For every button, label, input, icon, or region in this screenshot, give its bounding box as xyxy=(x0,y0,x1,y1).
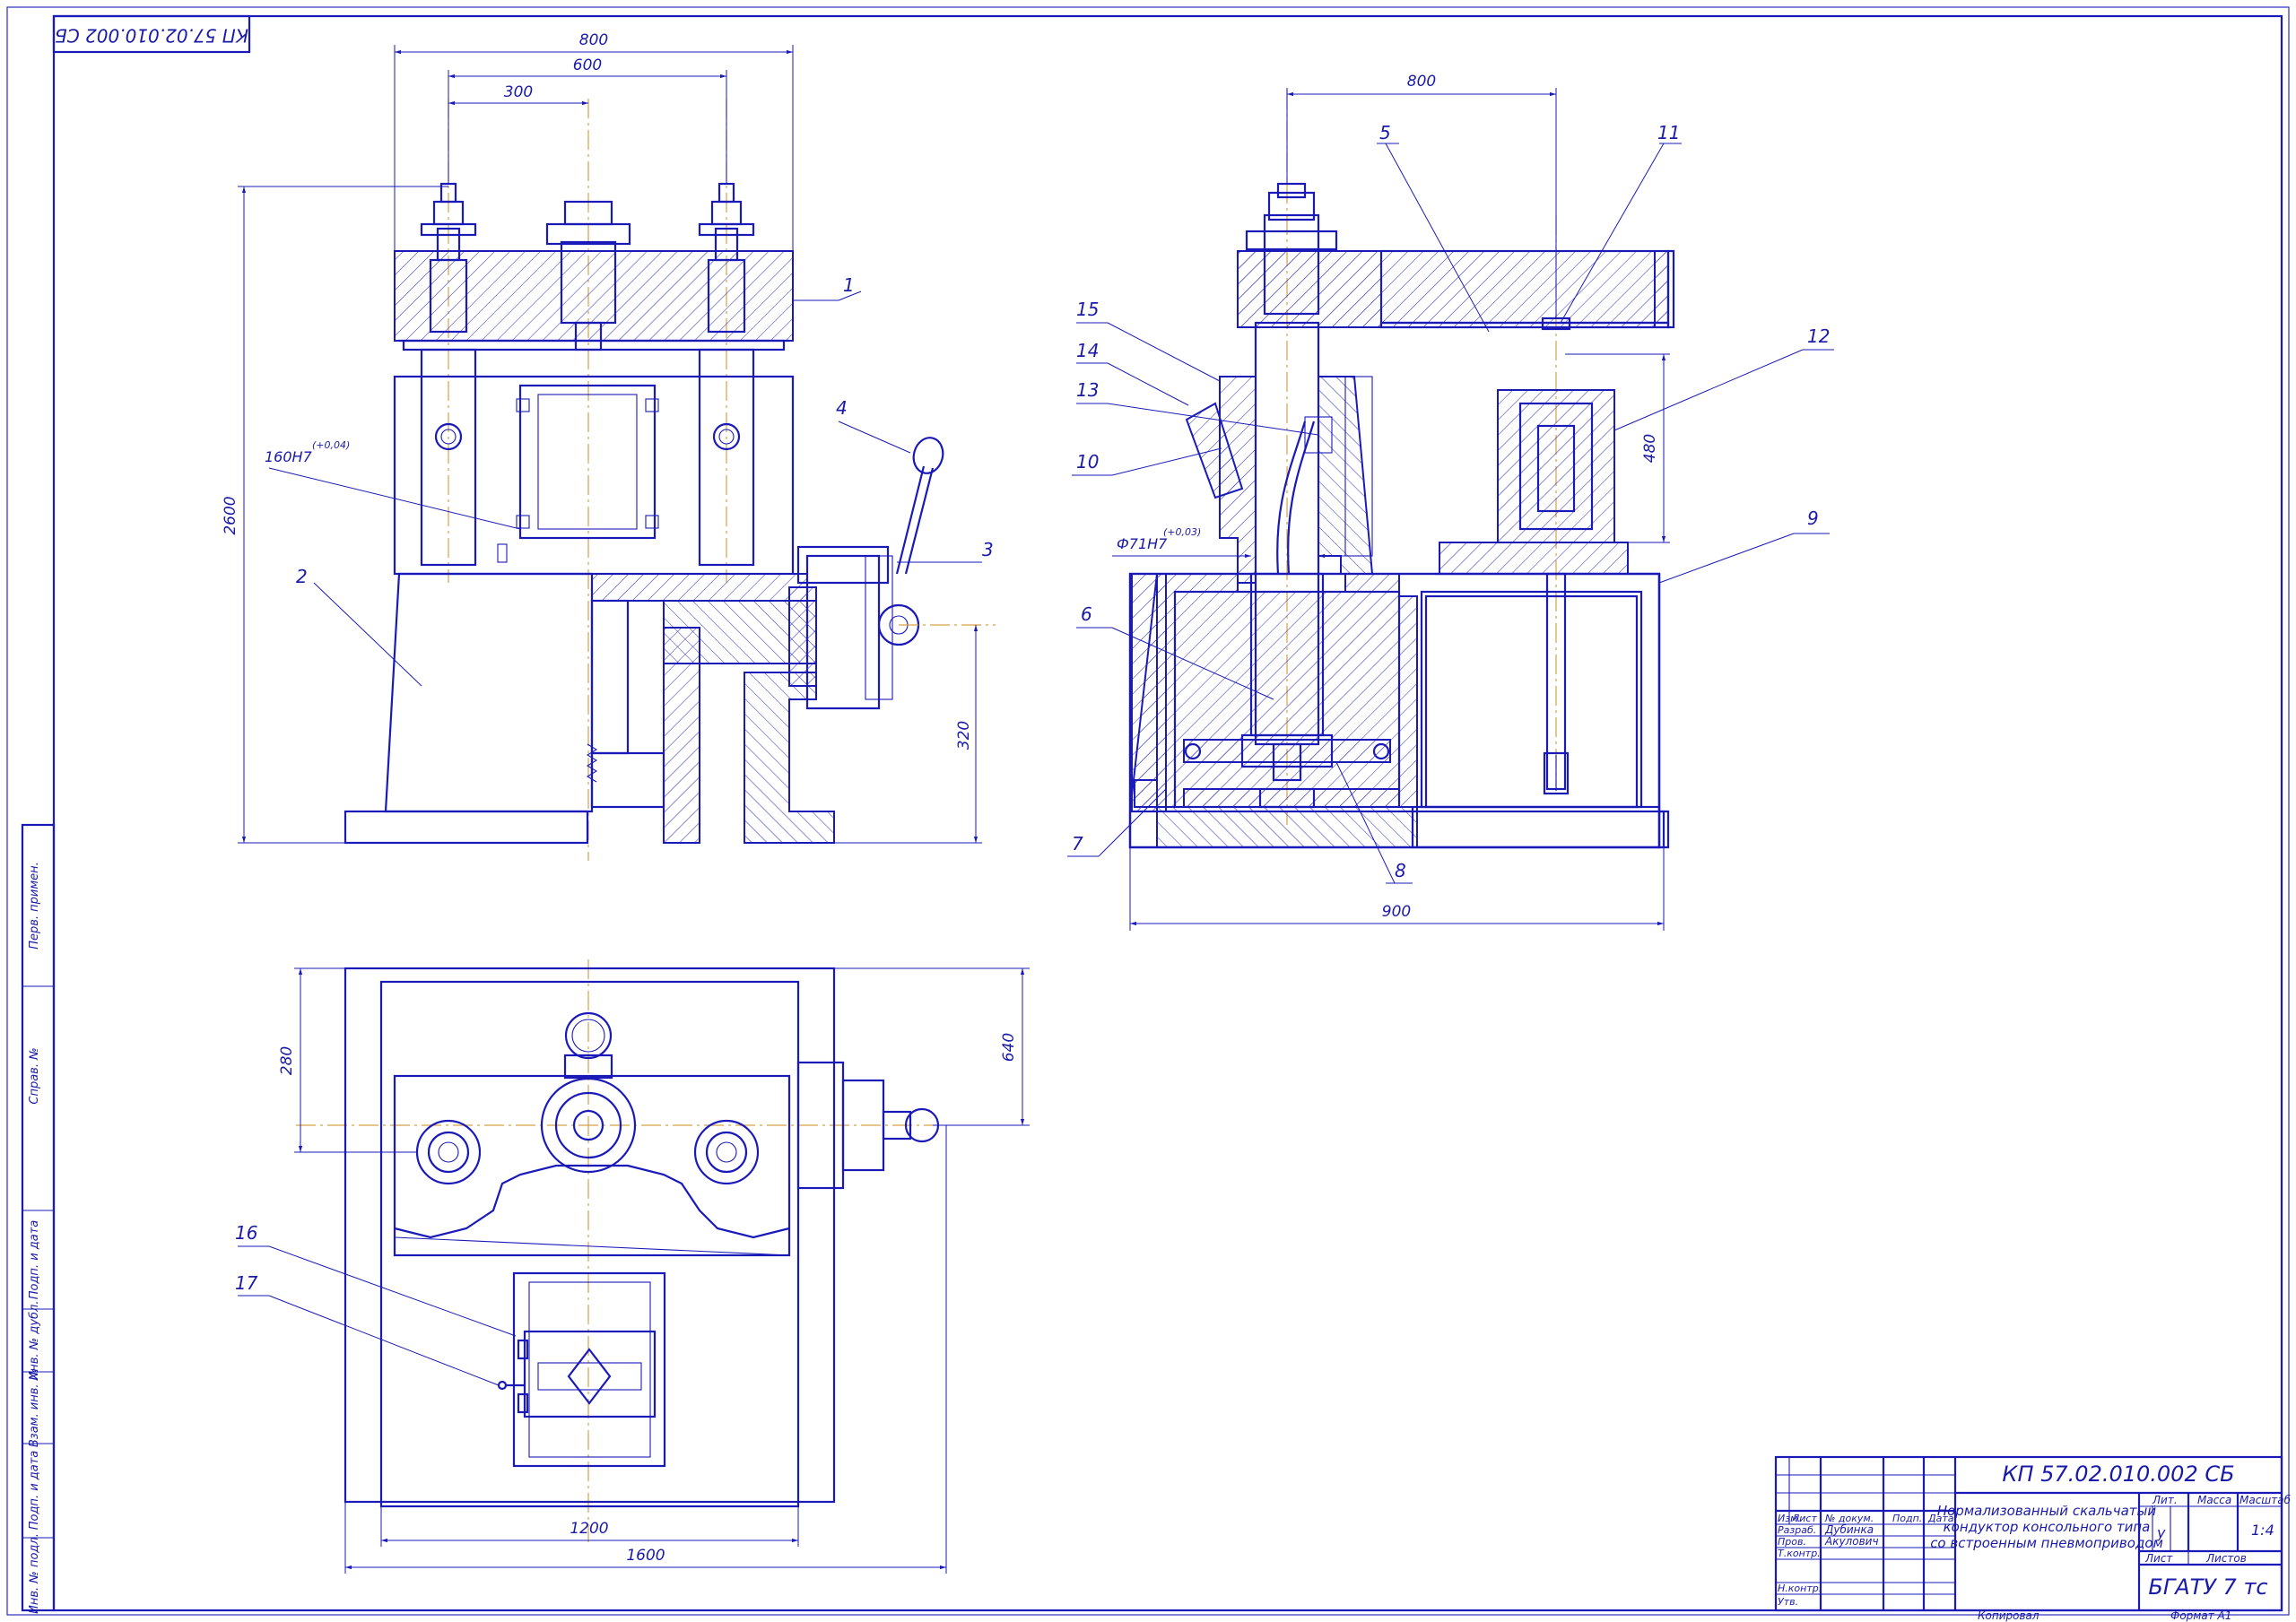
tb-role-prov: Пров. xyxy=(1778,1536,1806,1548)
plan-view-callouts: 16 17 xyxy=(235,1222,517,1386)
front-view-dims: 800 600 300 2600 320 160H7 (+0,04) xyxy=(222,31,982,844)
strip-label-5: Взам. инв. № xyxy=(28,1368,41,1447)
dim-160h7-tol: (+0,04) xyxy=(312,439,350,451)
dim-2600: 2600 xyxy=(222,496,239,534)
tb-role-razrab: Разраб. xyxy=(1778,1524,1816,1536)
code-stamp-text: КП 57.02.010.002 СБ xyxy=(55,25,248,47)
callout-6: 6 xyxy=(1081,603,1092,625)
dim-640: 640 xyxy=(1000,1033,1018,1062)
callout-16: 16 xyxy=(235,1222,257,1244)
callout-11: 11 xyxy=(1657,122,1680,143)
side-strip: Перв. примен. Справ. № Подп. и дата Инв.… xyxy=(21,823,56,1614)
tb-scale-label: Масштаб xyxy=(2239,1494,2292,1506)
code-stamp-box: КП 57.02.010.002 СБ xyxy=(52,14,251,54)
tb-lit-label: Лит. xyxy=(2152,1494,2178,1506)
callout-2: 2 xyxy=(296,566,308,587)
tb-copied: Копировал xyxy=(1978,1609,2039,1622)
dim-480: 480 xyxy=(1641,434,1659,463)
strip-label-7: Инв. № подл. xyxy=(28,1533,41,1614)
tb-scale-value: 1:4 xyxy=(2251,1522,2274,1539)
dim-300: 300 xyxy=(504,83,533,101)
callout-17: 17 xyxy=(235,1272,258,1294)
strip-label-1: Перв. примен. xyxy=(28,862,41,950)
dim-900: 900 xyxy=(1382,903,1411,921)
callout-5: 5 xyxy=(1379,122,1391,143)
dim-280: 280 xyxy=(278,1046,296,1075)
tb-lit-value: у xyxy=(2156,1524,2166,1541)
callout-8: 8 xyxy=(1395,860,1406,881)
dim-800-front: 800 xyxy=(579,31,608,49)
tb-org: БГАТУ 7 тс xyxy=(2148,1574,2267,1600)
callout-7: 7 xyxy=(1072,833,1083,854)
dim-320: 320 xyxy=(955,721,973,750)
callout-10: 10 xyxy=(1076,451,1099,473)
assembly-drawing: КП 57.02.010.002 СБ Перв. примен. Справ.… xyxy=(6,6,2292,1622)
dim-1600: 1600 xyxy=(626,1547,665,1565)
callout-13: 13 xyxy=(1076,379,1099,401)
tb-role-tkontr: Т.контр. xyxy=(1778,1548,1821,1559)
title-block: КП 57.02.010.002 СБ Изм. Лист № докум. П… xyxy=(1774,1455,2292,1622)
callout-14: 14 xyxy=(1076,340,1099,361)
plan-view xyxy=(296,959,940,1542)
tb-title-2: кондуктор консольного типа xyxy=(1944,1519,2151,1535)
dim-160h7: 160H7 xyxy=(265,448,313,465)
tb-col-list: Лист xyxy=(1791,1513,1817,1524)
tb-name-1: Дубинка xyxy=(1824,1523,1874,1536)
tb-role-nkontr: Н.контр. xyxy=(1778,1583,1822,1594)
callout-12: 12 xyxy=(1807,325,1830,347)
tb-role-utv: Утв. xyxy=(1778,1596,1798,1608)
side-view xyxy=(1128,90,1675,849)
tb-mass-label: Масса xyxy=(2197,1494,2231,1506)
tb-col-sign: Подп. xyxy=(1892,1513,1922,1524)
strip-label-2: Справ. № xyxy=(28,1047,41,1104)
tb-code: КП 57.02.010.002 СБ xyxy=(2002,1462,2234,1487)
strip-label-3: Подп. и дата xyxy=(28,1220,41,1300)
callout-15: 15 xyxy=(1076,299,1099,320)
dim-800-side: 800 xyxy=(1407,73,1436,91)
tb-name-2: Акулович xyxy=(1824,1535,1879,1548)
dim-1200: 1200 xyxy=(570,1520,608,1538)
callout-9: 9 xyxy=(1807,507,1819,529)
tb-title-1: Нормализованный скальчатый xyxy=(1937,1503,2157,1519)
tb-sheet-label: Лист xyxy=(2144,1552,2173,1565)
callout-1: 1 xyxy=(843,274,855,296)
strip-label-6: Подп. и дата xyxy=(28,1451,41,1531)
dim-71h7-tol: (+0,03) xyxy=(1163,526,1201,538)
dim-71h7: Ф71H7 xyxy=(1117,535,1168,552)
dim-600: 600 xyxy=(573,56,602,74)
tb-title-3: со встроенным пневмоприводом xyxy=(1930,1535,2163,1551)
callout-4: 4 xyxy=(836,397,848,419)
plan-view-dims: 280 640 1200 1600 xyxy=(278,967,1030,1574)
front-view xyxy=(344,99,996,861)
callout-3: 3 xyxy=(982,539,994,560)
tb-format: Формат А1 xyxy=(2170,1609,2231,1622)
tb-sheets-label: Листов xyxy=(2205,1552,2247,1565)
